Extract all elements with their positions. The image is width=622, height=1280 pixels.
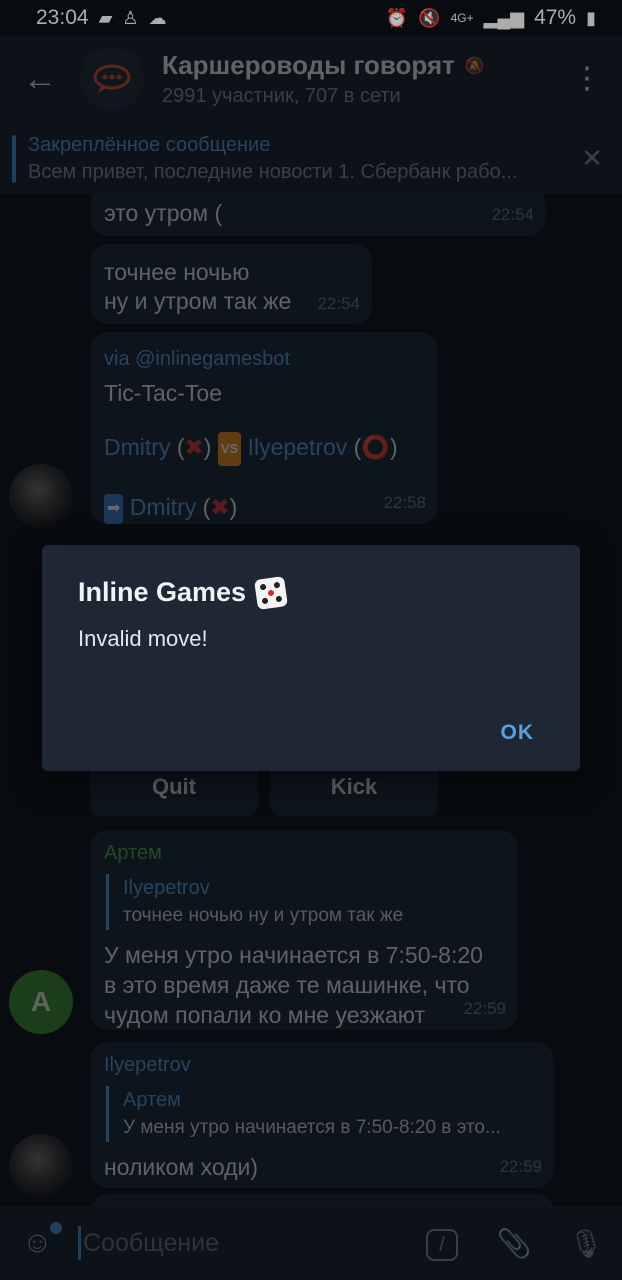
dice-icon (254, 575, 289, 610)
ok-button[interactable]: OK (501, 721, 535, 745)
dialog-message: Invalid move! (78, 626, 208, 651)
dialog-title: Inline Games (78, 577, 247, 607)
dialog-title-row: Inline Games (78, 575, 544, 610)
alert-dialog: Inline Games Invalid move! OK (42, 545, 580, 771)
